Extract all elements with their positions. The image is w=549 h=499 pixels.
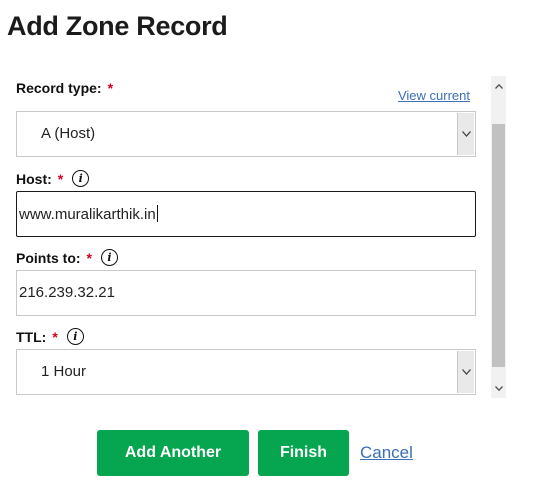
ttl-value: 1 Hour bbox=[41, 363, 87, 380]
host-value: www.muralikarthik.in bbox=[19, 206, 156, 223]
required-mark: * bbox=[57, 170, 64, 187]
info-circle-icon[interactable]: i bbox=[101, 249, 118, 266]
scroll-up-arrow-icon[interactable] bbox=[491, 78, 506, 94]
required-mark: * bbox=[86, 249, 92, 266]
required-mark: * bbox=[107, 80, 114, 96]
record-type-label: Record type: * bbox=[16, 80, 113, 96]
view-current-link[interactable]: View current bbox=[398, 88, 470, 103]
points-to-label: Points to: * i bbox=[16, 249, 118, 266]
required-mark: * bbox=[52, 328, 58, 345]
scrollbar-thumb[interactable] bbox=[492, 124, 505, 367]
finish-button[interactable]: Finish bbox=[258, 430, 349, 476]
chevron-down-icon[interactable] bbox=[457, 113, 474, 155]
scroll-down-arrow-icon[interactable] bbox=[491, 380, 506, 396]
ttl-label: TTL: * i bbox=[16, 328, 84, 345]
points-to-label-text: Points to: bbox=[16, 249, 81, 266]
ttl-label-text: TTL: bbox=[16, 328, 47, 345]
host-input[interactable]: www.muralikarthik.in bbox=[16, 191, 476, 237]
points-to-input[interactable]: 216.239.32.21 bbox=[16, 270, 476, 316]
record-type-select[interactable]: A (Host) bbox=[16, 111, 476, 157]
info-circle-icon[interactable]: i bbox=[72, 170, 90, 187]
points-to-value: 216.239.32.21 bbox=[19, 284, 115, 301]
host-label: Host: * i bbox=[16, 170, 90, 187]
page-title: Add Zone Record bbox=[7, 11, 228, 41]
form-scrollbar[interactable] bbox=[491, 76, 506, 398]
zone-record-form: Record type: * View current A (Host) Hos… bbox=[6, 76, 508, 398]
record-type-label-text: Record type: bbox=[16, 80, 102, 96]
chevron-down-icon[interactable] bbox=[457, 351, 474, 393]
record-type-value: A (Host) bbox=[41, 125, 96, 142]
cancel-link[interactable]: Cancel bbox=[360, 443, 413, 463]
text-caret bbox=[156, 205, 158, 222]
info-circle-icon[interactable]: i bbox=[66, 328, 84, 345]
add-another-button[interactable]: Add Another bbox=[97, 430, 249, 476]
host-label-text: Host: bbox=[16, 170, 52, 187]
ttl-select[interactable]: 1 Hour bbox=[16, 349, 476, 395]
